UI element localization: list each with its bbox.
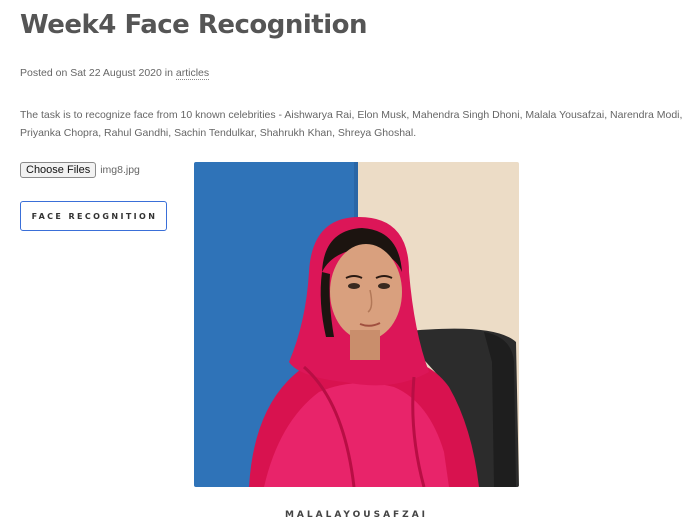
- uploaded-face-image: [194, 162, 519, 487]
- category-link[interactable]: articles: [175, 67, 210, 80]
- choose-files-button[interactable]: Choose Files: [20, 162, 97, 178]
- post-date: Posted on Sat 22 August 2020 in: [20, 67, 176, 79]
- face-recognition-button[interactable]: FACE RECOGNITION: [20, 201, 167, 231]
- recognition-result: MALALAYOUSAFZAI: [284, 510, 429, 520]
- page-title: Week4 Face Recognition: [20, 10, 368, 40]
- task-description: The task is to recognize face from 10 kn…: [20, 109, 683, 139]
- file-upload-row: Choose Files img8.jpg: [20, 162, 140, 178]
- post-meta: Posted on Sat 22 August 2020 in articles: [20, 67, 210, 80]
- selected-file-name: img8.jpg: [100, 164, 140, 176]
